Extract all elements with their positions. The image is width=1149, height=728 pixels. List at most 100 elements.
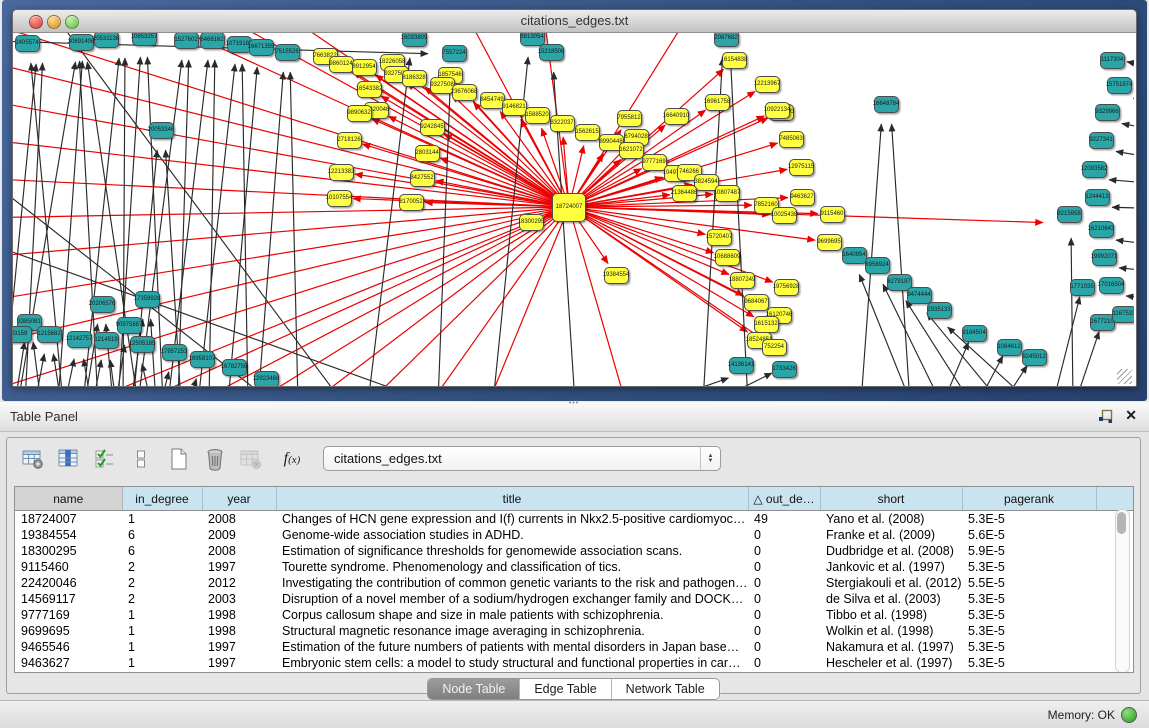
graph-node[interactable]: 10807487: [715, 185, 740, 202]
graph-node[interactable]: 12213383: [329, 164, 354, 181]
cell-short[interactable]: Hescheler et al. (1997): [820, 655, 962, 671]
graph-node[interactable]: 10719185: [227, 36, 252, 53]
cell-pagerank[interactable]: 5.3E-5: [962, 559, 1096, 575]
graph-node[interactable]: 16961758: [705, 94, 730, 111]
cell-out_degree[interactable]: 0: [748, 607, 820, 623]
cell-short[interactable]: Nakamura et al. (1997): [820, 639, 962, 655]
cell-in_degree[interactable]: 6: [122, 543, 202, 559]
memory-ok-indicator-icon[interactable]: [1121, 707, 1137, 723]
window-titlebar[interactable]: citations_edges.txt: [13, 10, 1136, 33]
graph-node[interactable]: 9146821: [502, 99, 527, 116]
cell-year[interactable]: 2003: [202, 591, 276, 607]
graph-node[interactable]: 1733426: [772, 361, 797, 378]
cell-title[interactable]: Embryonic stem cells: a model to study s…: [276, 655, 748, 671]
table-row[interactable]: 1872400712008Changes of HCN gene express…: [15, 511, 1134, 528]
graph-node[interactable]: 1084612: [997, 339, 1022, 356]
cell-short[interactable]: Jankovic et al. (1997): [820, 559, 962, 575]
cell-name[interactable]: 9115460: [15, 559, 122, 575]
graph-node[interactable]: 1588520: [525, 107, 550, 124]
cell-short[interactable]: Dudbridge et al. (2008): [820, 543, 962, 559]
graph-node[interactable]: 15751874: [1107, 77, 1132, 94]
cell-title[interactable]: Structural magnetic resonance image aver…: [276, 623, 748, 639]
table-row[interactable]: 977716911998Corpus callosum shape and si…: [15, 607, 1134, 623]
cell-out_degree[interactable]: 0: [748, 559, 820, 575]
graph-node[interactable]: 17957253: [162, 344, 187, 361]
cell-in_degree[interactable]: 2: [122, 591, 202, 607]
graph-node[interactable]: 19992071: [1092, 249, 1117, 266]
graph-node[interactable]: 10688609: [715, 249, 740, 266]
graph-node[interactable]: 1215682: [37, 326, 62, 343]
graph-node[interactable]: 16033809: [402, 33, 427, 47]
cell-title[interactable]: Genome-wide association studies in ADHD.: [276, 527, 748, 543]
graph-node[interactable]: 2405574: [15, 35, 40, 52]
column-header-in_degree[interactable]: in_degree: [122, 487, 202, 511]
graph-node[interactable]: 1167533: [1112, 306, 1135, 323]
graph-node[interactable]: 9329966: [1095, 104, 1120, 121]
cell-short[interactable]: Franke et al. (2009): [820, 527, 962, 543]
graph-node[interactable]: 90975887: [117, 317, 142, 334]
scrollbar-thumb[interactable]: [1117, 512, 1126, 534]
close-panel-icon[interactable]: ✕: [1125, 407, 1137, 424]
graph-node[interactable]: 1771035: [1070, 279, 1095, 296]
cell-name[interactable]: 18724007: [15, 511, 122, 528]
cell-title[interactable]: Disruption of a novel member of a sodium…: [276, 591, 748, 607]
cell-out_degree[interactable]: 0: [748, 527, 820, 543]
cell-title[interactable]: Estimation of significance thresholds fo…: [276, 543, 748, 559]
tab-edge-table[interactable]: Edge Table: [520, 679, 611, 699]
table-row[interactable]: 946554611997Estimation of the future num…: [15, 639, 1134, 655]
graph-node[interactable]: 12975115: [789, 159, 814, 176]
cell-title[interactable]: Tourette syndrome. Phenomenology and cla…: [276, 559, 748, 575]
graph-node[interactable]: 9474444: [907, 287, 932, 304]
graph-node[interactable]: 7485063: [779, 131, 804, 148]
column-header-out_degree[interactable]: △ out_de…: [748, 487, 820, 511]
table-selector-dropdown[interactable]: citations_edges.txt ▲▼: [323, 446, 721, 471]
cell-pagerank[interactable]: 5.6E-5: [962, 527, 1096, 543]
graph-node-hub[interactable]: 18724007: [552, 193, 586, 222]
cell-pagerank[interactable]: 5.3E-5: [962, 623, 1096, 639]
graph-node[interactable]: 1677210: [1090, 314, 1115, 331]
graph-node[interactable]: 20531136: [94, 33, 119, 48]
graph-node[interactable]: 16782759: [222, 359, 247, 376]
graph-node[interactable]: 30691406: [69, 34, 94, 51]
cell-in_degree[interactable]: 6: [122, 527, 202, 543]
cell-out_degree[interactable]: 0: [748, 543, 820, 559]
network-graph-canvas[interactable]: 2405574306914062053113610853257152760264…: [13, 33, 1134, 386]
cell-pagerank[interactable]: 5.9E-5: [962, 543, 1096, 559]
cell-out_degree[interactable]: 49: [748, 511, 820, 528]
graph-node[interactable]: 9245012: [1022, 349, 1047, 366]
cell-out_degree[interactable]: 0: [748, 639, 820, 655]
graph-node[interactable]: 9890632: [347, 105, 372, 122]
graph-node[interactable]: 12923468: [254, 371, 279, 387]
table-vertical-scrollbar[interactable]: [1115, 509, 1130, 673]
cell-out_degree[interactable]: 0: [748, 655, 820, 671]
graph-node[interactable]: 8322037: [550, 115, 575, 132]
graph-node[interactable]: 9227341: [1089, 132, 1114, 149]
graph-node[interactable]: 16543382: [357, 81, 382, 98]
cell-short[interactable]: Yano et al. (2008): [820, 511, 962, 528]
graph-node[interactable]: 20053346: [149, 122, 174, 139]
column-header-pagerank[interactable]: pagerank: [962, 487, 1096, 511]
graph-node[interactable]: 12505185: [130, 336, 155, 353]
cell-year[interactable]: 2009: [202, 527, 276, 543]
graph-node[interactable]: 1244413: [1085, 189, 1110, 206]
cell-short[interactable]: de Silva et al. (2003): [820, 591, 962, 607]
function-builder-icon[interactable]: f(x): [275, 445, 309, 473]
column-header-short[interactable]: short: [820, 487, 962, 511]
cell-name[interactable]: 9699695: [15, 623, 122, 639]
graph-node[interactable]: 16648784: [874, 96, 899, 113]
cell-in_degree[interactable]: 1: [122, 623, 202, 639]
column-header-title[interactable]: title: [276, 487, 748, 511]
graph-node[interactable]: 8170052: [399, 194, 424, 211]
cell-short[interactable]: Wolkin et al. (1998): [820, 623, 962, 639]
column-header-name[interactable]: name: [15, 487, 122, 511]
cell-in_degree[interactable]: 2: [122, 559, 202, 575]
graph-node[interactable]: 16640910: [664, 108, 689, 125]
graph-node[interactable]: 2935133: [927, 302, 952, 319]
cell-short[interactable]: Tibbo et al. (1998): [820, 607, 962, 623]
cell-name[interactable]: 19384554: [15, 527, 122, 543]
cell-year[interactable]: 2012: [202, 575, 276, 591]
cell-in_degree[interactable]: 1: [122, 655, 202, 671]
graph-node[interactable]: 33159: [13, 326, 32, 343]
cell-year[interactable]: 1997: [202, 559, 276, 575]
cell-out_degree[interactable]: 0: [748, 591, 820, 607]
